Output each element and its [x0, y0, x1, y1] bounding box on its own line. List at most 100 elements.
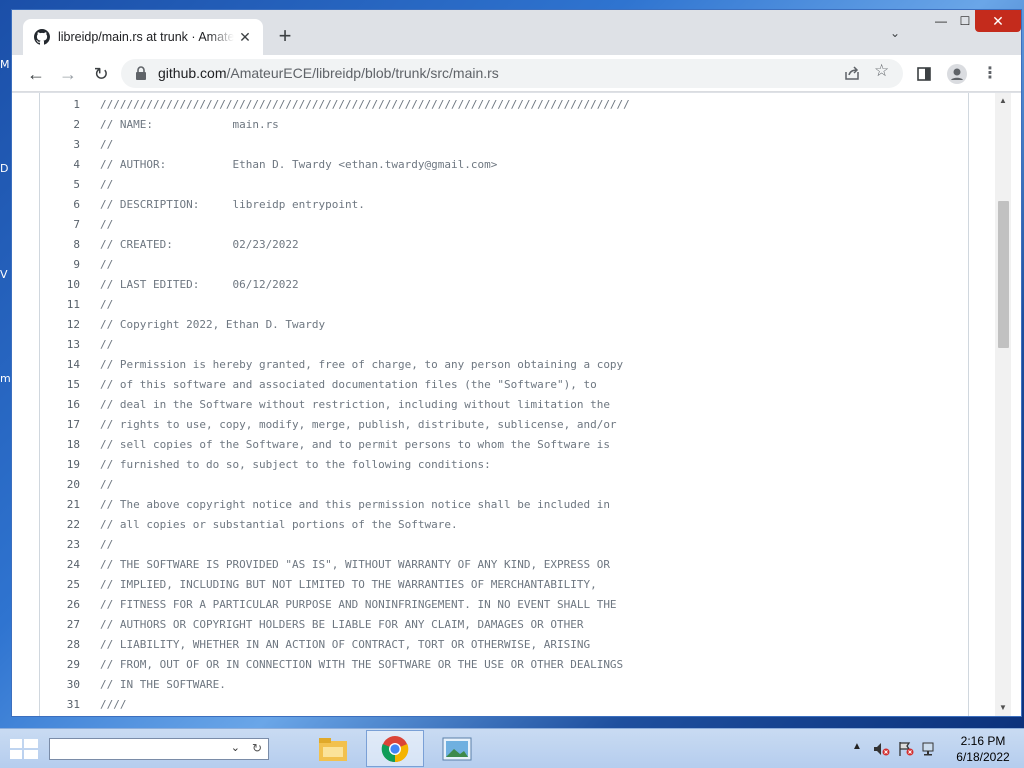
volume-muted-icon[interactable] — [872, 741, 890, 757]
line-number[interactable]: 2 — [40, 115, 80, 135]
action-center-flag-icon[interactable] — [897, 741, 915, 757]
bookmark-star-icon[interactable]: ☆ — [874, 61, 889, 81]
code-line: 9 // — [40, 255, 968, 275]
line-number[interactable]: 4 — [40, 155, 80, 175]
new-tab-button[interactable]: + — [274, 25, 296, 48]
code-text: // THE SOFTWARE IS PROVIDED "AS IS", WIT… — [100, 558, 610, 571]
share-icon[interactable] — [843, 64, 861, 82]
line-number[interactable]: 28 — [40, 635, 80, 655]
tab-main-rs[interactable]: libreidp/main.rs at trunk · AmateurECE/l… — [23, 19, 263, 55]
line-number[interactable]: 16 — [40, 395, 80, 415]
line-number[interactable]: 18 — [40, 435, 80, 455]
close-window-button[interactable]: ✕ — [975, 10, 1021, 32]
line-number[interactable]: 19 — [40, 455, 80, 475]
line-number[interactable]: 29 — [40, 655, 80, 675]
dropdown-chevron-icon[interactable]: ⌄ — [231, 741, 240, 754]
url-text[interactable]: github.com/AmateurECE/libreidp/blob/trun… — [158, 65, 499, 81]
line-number[interactable]: 22 — [40, 515, 80, 535]
code-text: // rights to use, copy, modify, merge, p… — [100, 418, 617, 431]
code-text: // sell copies of the Software, and to p… — [100, 438, 610, 451]
code-text: // all copies or substantial portions of… — [100, 518, 458, 531]
show-hidden-icons-icon[interactable]: ▲ — [852, 741, 862, 752]
taskbar-address-box[interactable]: ⌄ ↻ — [49, 738, 269, 760]
line-number[interactable]: 25 — [40, 575, 80, 595]
code-viewer: 1///////////////////////////////////////… — [39, 93, 969, 716]
taskbar-file-explorer[interactable] — [304, 730, 362, 767]
code-line: 8 // CREATED: 02/23/2022 — [40, 235, 968, 255]
line-number[interactable]: 6 — [40, 195, 80, 215]
clock-time: 2:16 PM — [960, 734, 1006, 748]
code-line: 12 // Copyright 2022, Ethan D. Twardy — [40, 315, 968, 335]
line-number[interactable]: 15 — [40, 375, 80, 395]
line-number[interactable]: 21 — [40, 495, 80, 515]
line-number[interactable]: 30 — [40, 675, 80, 695]
browser-toolbar: ← → ↻ github.com/AmateurECE/libreidp/blo… — [12, 55, 1021, 92]
code-text: // deal in the Software without restrict… — [100, 398, 610, 411]
scroll-down-arrow-icon[interactable]: ▼ — [995, 700, 1011, 716]
line-number[interactable]: 3 — [40, 135, 80, 155]
refresh-icon[interactable]: ↻ — [252, 741, 262, 755]
line-number[interactable]: 23 — [40, 535, 80, 555]
code-text: // FROM, OUT OF OR IN CONNECTION WITH TH… — [100, 658, 624, 671]
line-number[interactable]: 24 — [40, 555, 80, 575]
code-text: // Copyright 2022, Ethan D. Twardy — [100, 318, 326, 331]
taskbar: ⌄ ↻ ▲ 2:16 PM 6/18/2022 — [0, 728, 1024, 768]
line-number[interactable]: 5 — [40, 175, 80, 195]
back-arrow-icon[interactable]: ← — [23, 61, 49, 87]
code-line: 30 // IN THE SOFTWARE. — [40, 675, 968, 695]
line-number[interactable]: 10 — [40, 275, 80, 295]
desktop-icon-fragment[interactable]: D — [0, 162, 10, 184]
line-number[interactable]: 1 — [40, 95, 80, 115]
desktop-icon-fragment[interactable]: V — [0, 268, 10, 290]
code-line: 16 // deal in the Software without restri… — [40, 395, 968, 415]
address-bar[interactable]: github.com/AmateurECE/libreidp/blob/trun… — [121, 59, 903, 88]
line-number[interactable]: 7 — [40, 215, 80, 235]
code-text: //// — [100, 698, 127, 711]
taskbar-image-viewer[interactable] — [428, 730, 486, 767]
code-text: // — [100, 478, 114, 491]
code-line: 1 ///////////////////////////////////////… — [40, 95, 968, 115]
code-line: 22 // all copies or substantial portions … — [40, 515, 968, 535]
vertical-scrollbar[interactable]: ▲ ▼ — [995, 93, 1011, 716]
line-number[interactable]: 9 — [40, 255, 80, 275]
system-clock[interactable]: 2:16 PM 6/18/2022 — [948, 733, 1018, 765]
menu-kebab-icon[interactable]: ⋮ — [977, 61, 1003, 87]
desktop-icon-fragment[interactable]: m — [0, 372, 11, 394]
line-number[interactable]: 27 — [40, 615, 80, 635]
tab-search-chevron-icon[interactable]: ⌄ — [886, 26, 904, 44]
scroll-thumb[interactable] — [998, 201, 1009, 348]
start-windows-icon[interactable] — [8, 737, 40, 761]
profile-avatar-icon[interactable] — [944, 61, 970, 87]
code-line: 6 // DESCRIPTION: libreidp entrypoint. — [40, 195, 968, 215]
code-text: // — [100, 258, 114, 271]
code-text: // — [100, 178, 114, 191]
forward-arrow-icon[interactable]: → — [55, 61, 81, 87]
line-number[interactable]: 26 — [40, 595, 80, 615]
network-icon[interactable] — [921, 741, 939, 757]
code-line: 20 // — [40, 475, 968, 495]
line-number[interactable]: 11 — [40, 295, 80, 315]
side-panel-icon[interactable] — [911, 61, 937, 87]
file-explorer-icon — [319, 737, 347, 761]
desktop-icon-fragment[interactable]: M — [0, 58, 10, 80]
code-text: ////////////////////////////////////////… — [100, 98, 630, 111]
github-icon — [34, 29, 50, 45]
close-tab-icon[interactable]: ✕ — [237, 29, 253, 45]
chrome-icon — [381, 735, 409, 762]
tab-strip: libreidp/main.rs at trunk · AmateurECE/l… — [12, 10, 1021, 55]
code-line: 25 // IMPLIED, INCLUDING BUT NOT LIMITED … — [40, 575, 968, 595]
lock-icon[interactable] — [135, 66, 147, 80]
line-number[interactable]: 13 — [40, 335, 80, 355]
taskbar-chrome[interactable] — [366, 730, 424, 767]
line-number[interactable]: 17 — [40, 415, 80, 435]
line-number[interactable]: 31 — [40, 695, 80, 715]
code-text: // CREATED: 02/23/2022 — [100, 238, 299, 251]
line-number[interactable]: 8 — [40, 235, 80, 255]
code-line: 5 // — [40, 175, 968, 195]
line-number[interactable]: 12 — [40, 315, 80, 335]
reload-icon[interactable]: ↻ — [88, 61, 114, 87]
line-number[interactable]: 20 — [40, 475, 80, 495]
line-number[interactable]: 14 — [40, 355, 80, 375]
code-line: 31 //// — [40, 695, 968, 715]
scroll-up-arrow-icon[interactable]: ▲ — [995, 93, 1011, 109]
